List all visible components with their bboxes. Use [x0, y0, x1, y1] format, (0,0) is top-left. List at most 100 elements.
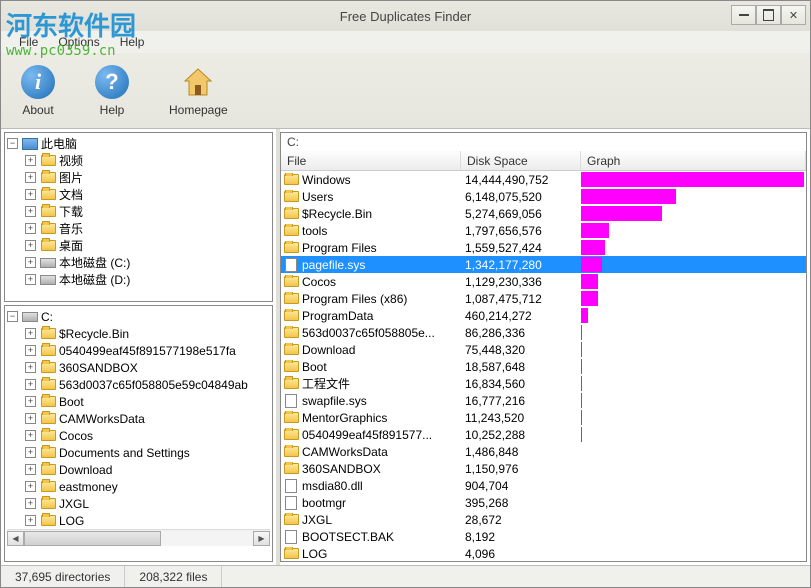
list-row[interactable]: BOOTSECT.BAK 8,192	[281, 528, 806, 545]
expand-icon[interactable]: +	[25, 430, 36, 441]
list-row[interactable]: JXGL 28,672	[281, 511, 806, 528]
expand-icon[interactable]: +	[25, 240, 36, 251]
tree-item[interactable]: + 下载	[7, 203, 270, 220]
list-row[interactable]: 563d0037c65f058805e... 86,286,336	[281, 324, 806, 341]
tree-item[interactable]: + 文档	[7, 186, 270, 203]
file-name-label: MentorGraphics	[302, 411, 387, 425]
expand-icon[interactable]: +	[25, 362, 36, 373]
expand-icon[interactable]: +	[25, 328, 36, 339]
current-path: C:	[281, 133, 806, 151]
collapse-icon[interactable]: −	[7, 311, 18, 322]
list-row[interactable]: Download 75,448,320	[281, 341, 806, 358]
expand-icon[interactable]: +	[25, 274, 36, 285]
list-row[interactable]: tools 1,797,656,576	[281, 222, 806, 239]
list-row[interactable]: Cocos 1,129,230,336	[281, 273, 806, 290]
folder-icon	[283, 190, 299, 204]
scroll-left-button[interactable]: ◀	[7, 531, 24, 546]
tree-root-computer[interactable]: − 此电脑	[7, 135, 270, 152]
tree-item[interactable]: + Cocos	[7, 427, 270, 444]
cell-graph	[581, 393, 806, 408]
tree-item[interactable]: + 563d0037c65f058805e59c04849ab	[7, 376, 270, 393]
expand-icon[interactable]: +	[25, 481, 36, 492]
tree-item[interactable]: + 音乐	[7, 220, 270, 237]
list-row[interactable]: Users 6,148,075,520	[281, 188, 806, 205]
menu-options[interactable]: Options	[48, 33, 109, 51]
tree-item[interactable]: + 本地磁盘 (C:)	[7, 254, 270, 271]
tree-item[interactable]: + 本地磁盘 (D:)	[7, 271, 270, 288]
list-row[interactable]: 360SANDBOX 1,150,976	[281, 460, 806, 477]
menu-file[interactable]: File	[9, 33, 48, 51]
tree-item[interactable]: + eastmoney	[7, 478, 270, 495]
list-row[interactable]: LOG 4,096	[281, 545, 806, 561]
window-titlebar[interactable]: Free Duplicates Finder	[1, 1, 810, 31]
expand-icon[interactable]: +	[25, 189, 36, 200]
list-row[interactable]: CAMWorksData 1,486,848	[281, 443, 806, 460]
expand-icon[interactable]: +	[25, 464, 36, 475]
tree-item[interactable]: + LOG	[7, 512, 270, 529]
maximize-button[interactable]	[756, 5, 781, 25]
tree-item[interactable]: + Boot	[7, 393, 270, 410]
tree-item[interactable]: + 图片	[7, 169, 270, 186]
folder-icon	[283, 292, 299, 306]
list-row[interactable]: ProgramData 460,214,272	[281, 307, 806, 324]
computer-tree[interactable]: − 此电脑 + 视频 + 图片 + 文档 + 下载 + 音乐 + 桌面 + 本地…	[4, 132, 273, 302]
file-name-label: Program Files (x86)	[302, 292, 407, 306]
minimize-button[interactable]	[731, 5, 756, 25]
cell-size: 16,834,560	[461, 377, 581, 391]
tree-item[interactable]: + JXGL	[7, 495, 270, 512]
list-row[interactable]: bootmgr 395,268	[281, 494, 806, 511]
tree-item[interactable]: + 0540499eaf45f891577198e517fa	[7, 342, 270, 359]
tree-item[interactable]: + CAMWorksData	[7, 410, 270, 427]
expand-icon[interactable]: +	[25, 447, 36, 458]
expand-icon[interactable]: +	[25, 345, 36, 356]
list-row[interactable]: pagefile.sys 1,342,177,280	[281, 256, 806, 273]
cell-filename: Program Files	[281, 241, 461, 255]
tree-item[interactable]: + 桌面	[7, 237, 270, 254]
list-row[interactable]: Program Files 1,559,527,424	[281, 239, 806, 256]
collapse-icon[interactable]: −	[7, 138, 18, 149]
tree-item[interactable]: + 视频	[7, 152, 270, 169]
tree-item[interactable]: + $Recycle.Bin	[7, 325, 270, 342]
homepage-button[interactable]: Homepage	[163, 61, 234, 121]
list-row[interactable]: 工程文件 16,834,560	[281, 375, 806, 392]
tree-item[interactable]: + Documents and Settings	[7, 444, 270, 461]
cell-graph	[581, 223, 806, 238]
drive-tree[interactable]: − C: + $Recycle.Bin + 0540499eaf45f89157…	[4, 305, 273, 562]
scroll-right-button[interactable]: ▶	[253, 531, 270, 546]
tree-item[interactable]: + Download	[7, 461, 270, 478]
list-row[interactable]: msdia80.dll 904,704	[281, 477, 806, 494]
file-list[interactable]: Windows 14,444,490,752 Users 6,148,075,5…	[281, 171, 806, 561]
tree-item-label: 视频	[59, 152, 83, 169]
expand-icon[interactable]: +	[25, 379, 36, 390]
expand-icon[interactable]: +	[25, 257, 36, 268]
about-button[interactable]: About	[15, 61, 61, 121]
column-header-disk-space[interactable]: Disk Space	[461, 151, 581, 170]
scroll-thumb[interactable]	[24, 531, 161, 546]
expand-icon[interactable]: +	[25, 396, 36, 407]
cell-size: 6,148,075,520	[461, 190, 581, 204]
list-row[interactable]: Boot 18,587,648	[281, 358, 806, 375]
tree-root-drive[interactable]: − C:	[7, 308, 270, 325]
expand-icon[interactable]: +	[25, 223, 36, 234]
expand-icon[interactable]: +	[25, 172, 36, 183]
expand-icon[interactable]: +	[25, 413, 36, 424]
menu-help[interactable]: Help	[110, 33, 155, 51]
list-row[interactable]: $Recycle.Bin 5,274,669,056	[281, 205, 806, 222]
list-row[interactable]: Windows 14,444,490,752	[281, 171, 806, 188]
column-header-graph[interactable]: Graph	[581, 151, 806, 170]
tree-item[interactable]: + 360SANDBOX	[7, 359, 270, 376]
list-row[interactable]: Program Files (x86) 1,087,475,712	[281, 290, 806, 307]
expand-icon[interactable]: +	[25, 155, 36, 166]
list-row[interactable]: MentorGraphics 11,243,520	[281, 409, 806, 426]
list-row[interactable]: swapfile.sys 16,777,216	[281, 392, 806, 409]
help-button[interactable]: Help	[89, 61, 135, 121]
close-button[interactable]	[781, 5, 806, 25]
horizontal-scrollbar[interactable]: ◀ ▶	[7, 529, 270, 546]
toolbar: About Help Homepage	[1, 53, 810, 129]
column-header-file[interactable]: File	[281, 151, 461, 170]
expand-icon[interactable]: +	[25, 498, 36, 509]
expand-icon[interactable]: +	[25, 206, 36, 217]
scroll-track[interactable]	[24, 531, 253, 546]
list-row[interactable]: 0540499eaf45f891577... 10,252,288	[281, 426, 806, 443]
expand-icon[interactable]: +	[25, 515, 36, 526]
